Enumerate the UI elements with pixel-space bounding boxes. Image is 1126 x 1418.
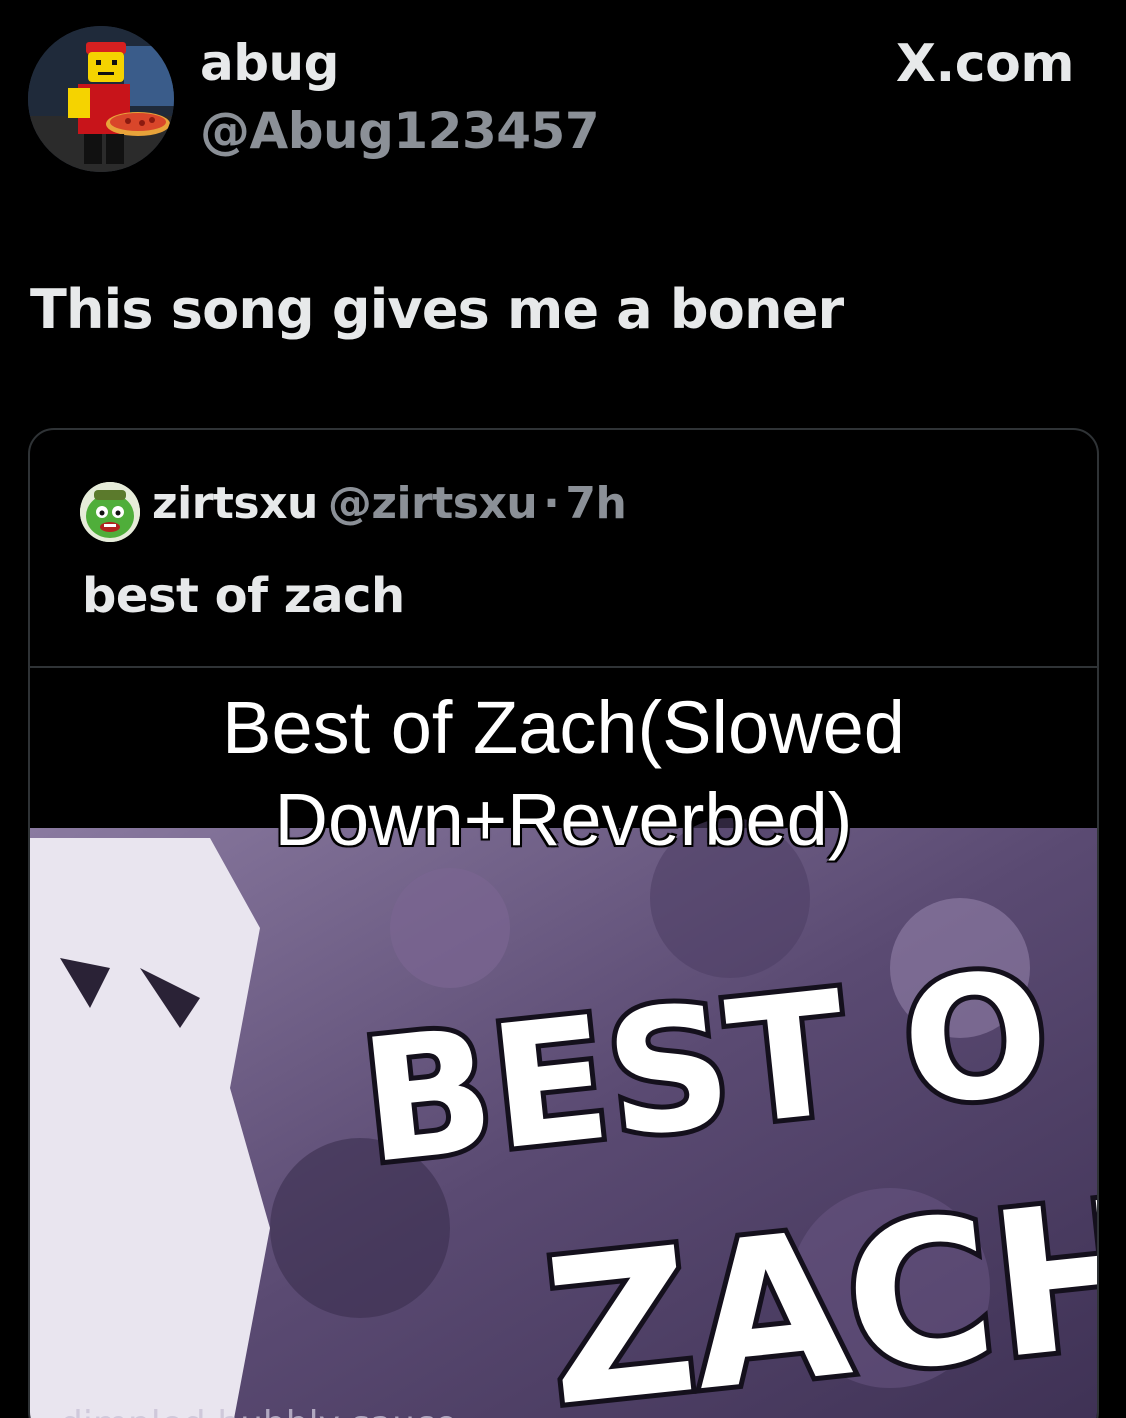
video-caption-line-2: Down+Reverbed) [274, 778, 853, 861]
meta-separator: · [543, 478, 560, 529]
author-avatar[interactable] [28, 26, 174, 172]
roblox-pizza-character-avatar-icon [28, 26, 174, 172]
quoted-post-time[interactable]: 7h [565, 478, 626, 529]
video-caption-line-1: Best of Zach(Slowed [222, 686, 905, 769]
post-text: This song gives me a boner [30, 278, 844, 341]
quoted-media-video[interactable]: BEST O ZACH dimpled bubbly sauce Best of… [30, 668, 1097, 1418]
thumbnail-footer-text: dimpled bubbly sauce [60, 1404, 457, 1418]
site-brand: X.com [895, 34, 1075, 94]
quoted-author-name[interactable]: zirtsxu [152, 478, 318, 529]
quoted-post-card[interactable]: zirtsxu @zirtsxu · 7h best of zach BEST … [28, 428, 1099, 1418]
quoted-author-handle[interactable]: @zirtsxu [328, 478, 538, 529]
quoted-author-avatar[interactable] [80, 482, 140, 542]
quoted-post-meta: zirtsxu @zirtsxu · 7h [152, 478, 627, 529]
green-cartoon-character-avatar-icon [80, 482, 140, 542]
post-screenshot: abug @Abug123457 X.com This song gives m… [0, 0, 1126, 1418]
video-caption: Best of Zach(Slowed Down+Reverbed) [30, 682, 1097, 866]
quoted-post-text: best of zach [82, 568, 405, 624]
author-display-name[interactable]: abug [200, 34, 339, 92]
author-handle[interactable]: @Abug123457 [200, 102, 600, 160]
